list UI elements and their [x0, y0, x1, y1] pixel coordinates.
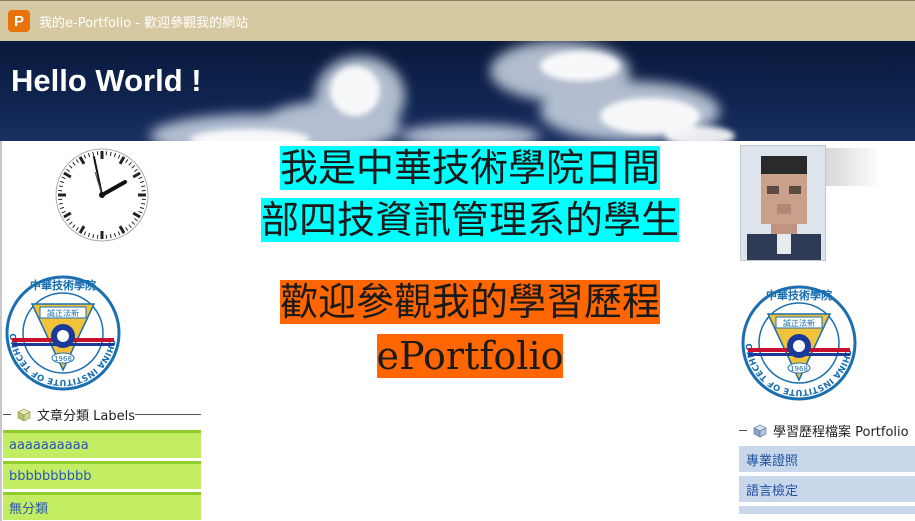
- welcome-headline: 歡迎參觀我的學習歷程 ePortfolio: [229, 275, 711, 383]
- banner-title: Hello World !: [11, 63, 202, 98]
- portfolio-list: 專業證照 語言檢定: [739, 446, 915, 518]
- cube-icon: [753, 424, 767, 437]
- clock-widget: [55, 148, 149, 242]
- intro-line-1: 我是中華技術學院日間: [279, 146, 660, 190]
- cube-icon: [17, 408, 31, 421]
- logo-top-text: 中華技術學院: [30, 278, 96, 292]
- logo-motto: 誠正法新: [783, 318, 815, 328]
- portfolio-section-title: 學習歷程檔案 Portfolio: [773, 425, 909, 440]
- window-titlebar: P 我的e-Portfolio - 歡迎參觀我的網站: [0, 0, 915, 41]
- portfolio-item-certificates[interactable]: 專業證照: [739, 446, 915, 476]
- logo-year: 1968: [790, 365, 808, 373]
- logo-top-text: 中華技術學院: [766, 288, 832, 302]
- logo-motto: 誠正法新: [47, 308, 79, 318]
- left-border: [0, 141, 2, 521]
- photo-caption-blur: [826, 148, 880, 186]
- labels-list: aaaaaaaaaa bbbbbbbbbb 無分類: [3, 430, 201, 521]
- welcome-line-1: 歡迎參觀我的學習歷程: [279, 280, 660, 324]
- label-item[interactable]: bbbbbbbbbb: [3, 461, 201, 489]
- label-item[interactable]: aaaaaaaaaa: [3, 430, 201, 458]
- window-title: 我的e-Portfolio - 歡迎參觀我的網站: [39, 15, 249, 31]
- intro-headline: 我是中華技術學院日間 部四技資訊管理系的學生: [206, 142, 734, 246]
- profile-photo: [740, 145, 826, 261]
- intro-line-2: 部四技資訊管理系的學生: [260, 198, 679, 242]
- school-logo-left: CHINA INSTITUTE OF TECHNOLOGY 中華技術學院 誠正法…: [4, 274, 121, 391]
- portfolio-item-language-test[interactable]: 語言檢定: [739, 476, 915, 506]
- portfolio-item-partial[interactable]: [739, 506, 915, 518]
- labels-section-header: 文章分類 Labels: [3, 405, 201, 424]
- logo-year: 1968: [54, 355, 72, 363]
- label-item[interactable]: 無分類: [3, 492, 201, 520]
- app-icon: P: [8, 10, 30, 32]
- header-banner: Hello World !: [0, 41, 915, 141]
- portfolio-section-header: 學習歷程檔案 Portfolio: [739, 421, 915, 440]
- school-logo-right: CHINA INSTITUTE OF TECHNOLOGY 中華技術學院 誠正法…: [740, 284, 857, 401]
- welcome-line-2: ePortfolio: [376, 334, 564, 378]
- labels-section-title: 文章分類 Labels: [37, 409, 135, 424]
